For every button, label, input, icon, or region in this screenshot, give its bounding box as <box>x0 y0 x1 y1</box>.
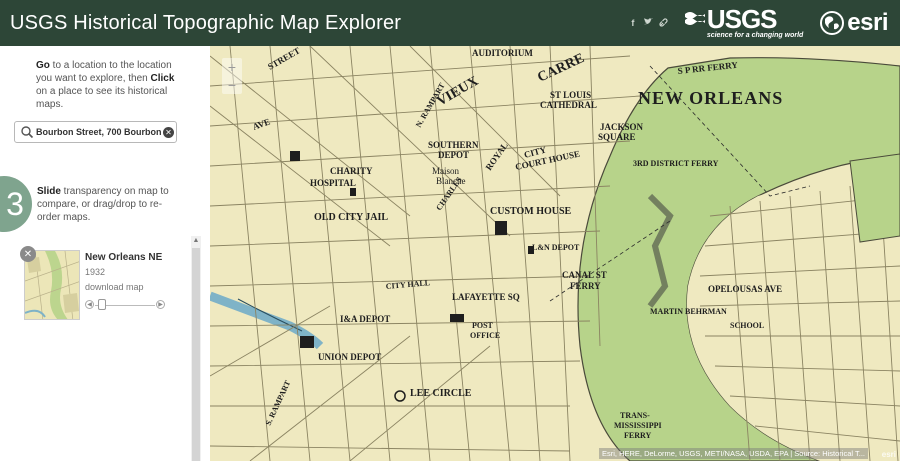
slider-increase-icon[interactable]: ▶ <box>156 300 165 309</box>
download-map-link[interactable]: download map <box>85 282 144 292</box>
sidebar: Go to a location to the location you wan… <box>0 46 210 461</box>
map-label-square: SQUARE <box>598 132 636 142</box>
map-list: ✕ New Orleans NE 1932 download map ◀ ▶ <box>20 236 203 461</box>
map-label-auditorium: AUDITORIUM <box>472 48 533 58</box>
map-list-scrollbar[interactable]: ▲ <box>191 236 201 461</box>
map-label-martin-behrman: MARTIN BEHRMAN <box>650 307 727 316</box>
slider-decrease-icon[interactable]: ◀ <box>85 300 94 309</box>
map-label-canal-st: CANAL ST <box>562 270 607 280</box>
search-icon[interactable] <box>20 125 34 139</box>
search-box[interactable]: ✕ <box>14 121 177 143</box>
map-label-old-city-jail: OLD CITY JAIL <box>314 212 388 223</box>
esri-logo[interactable]: esri <box>819 9 888 37</box>
step-1-instructions: Go to a location to the location you wan… <box>36 59 176 111</box>
remove-map-button[interactable]: ✕ <box>20 246 36 262</box>
map-label-cathedral: CATHEDRAL <box>540 100 597 110</box>
facebook-icon[interactable]: f <box>629 18 637 29</box>
map-label-school: SCHOOL <box>730 321 764 330</box>
map-label-jackson: JACKSON <box>600 122 644 132</box>
map-label-charity: CHARITY <box>330 166 373 176</box>
header-logos: f USGS science for a changing world esri <box>629 0 900 46</box>
map-label-trans-ferry: FERRY <box>624 431 651 440</box>
map-label-maison: Maison <box>432 166 460 176</box>
step-3-slide: Slide <box>37 186 61 197</box>
step-1-go: Go <box>36 60 50 71</box>
map-label-trans: TRANS- <box>620 411 650 420</box>
map-label-custom-house: CUSTOM HOUSE <box>490 206 572 217</box>
map-name: New Orleans NE <box>85 252 163 263</box>
link-icon[interactable] <box>659 17 668 29</box>
esri-globe-icon <box>820 11 845 35</box>
usgs-wave-icon <box>684 12 705 25</box>
scroll-up-icon[interactable]: ▲ <box>191 236 201 246</box>
usgs-logo[interactable]: USGS science for a changing world <box>684 4 804 39</box>
step-1-click: Click <box>150 73 175 84</box>
usgs-tagline: science for a changing world <box>706 32 804 39</box>
zoom-out-button[interactable]: − <box>222 76 242 94</box>
usgs-logo-text: USGS <box>706 4 778 34</box>
step-3-number: 3 <box>0 176 32 232</box>
map-label-mississippi: MISSISSIPPI <box>614 421 662 430</box>
map-label-hospital: HOSPITAL <box>310 178 356 188</box>
share-icons: f <box>629 17 668 29</box>
zoom-in-button[interactable]: + <box>222 58 242 76</box>
map-label-union-depot: UNION DEPOT <box>318 352 381 362</box>
search-input[interactable] <box>36 127 161 137</box>
transparency-slider[interactable]: ◀ ▶ <box>85 299 165 311</box>
map-label-opelousas-ave: OPELOUSAS AVE <box>708 284 782 294</box>
step-3-instructions: Slide transparency on map to compare, or… <box>37 185 173 224</box>
map-attribution: Esri, HERE, DeLorme, USGS, METI/NASA, US… <box>599 448 868 459</box>
map-view[interactable]: NEW ORLEANS S P RR FERRY AUDITORIUM STRE… <box>210 46 900 461</box>
map-label-ln-depot: L&N DEPOT <box>532 243 580 252</box>
historical-map-canvas[interactable]: NEW ORLEANS S P RR FERRY AUDITORIUM STRE… <box>210 46 900 461</box>
esri-logo-text: esri <box>847 9 888 36</box>
map-label-ferry: FERRY <box>570 281 601 291</box>
map-label-ia-depot: I&A DEPOT <box>340 314 390 324</box>
map-label-new-orleans: NEW ORLEANS <box>638 88 783 108</box>
map-label-3rd-district-ferry: 3RD DISTRICT FERRY <box>633 159 719 168</box>
map-thumbnail-image <box>25 251 79 319</box>
map-label-office: OFFICE <box>470 331 500 340</box>
map-label-post: POST <box>472 321 494 330</box>
map-label-lee-circle: LEE CIRCLE <box>410 388 472 399</box>
map-label-lafayette-sq: LAFAYETTE SQ <box>452 292 520 302</box>
map-year: 1932 <box>85 267 106 277</box>
map-card[interactable]: ✕ New Orleans NE 1932 download map ◀ ▶ <box>20 246 194 320</box>
app-title: USGS Historical Topographic Map Explorer <box>10 11 402 34</box>
map-label-southern: SOUTHERN <box>428 140 479 150</box>
map-label-st-louis: ST LOUIS <box>550 90 591 100</box>
zoom-controls: + − <box>222 58 242 94</box>
scrollbar-thumb[interactable] <box>192 248 200 461</box>
app-header: USGS Historical Topographic Map Explorer… <box>0 0 900 46</box>
step-1-text-b: on a place to see its historical maps. <box>36 86 168 110</box>
twitter-icon[interactable] <box>643 17 653 29</box>
esri-watermark: esri <box>881 450 896 459</box>
clear-search-icon[interactable]: ✕ <box>163 126 174 138</box>
map-label-depot: DEPOT <box>438 150 469 160</box>
slider-handle[interactable] <box>97 299 106 310</box>
